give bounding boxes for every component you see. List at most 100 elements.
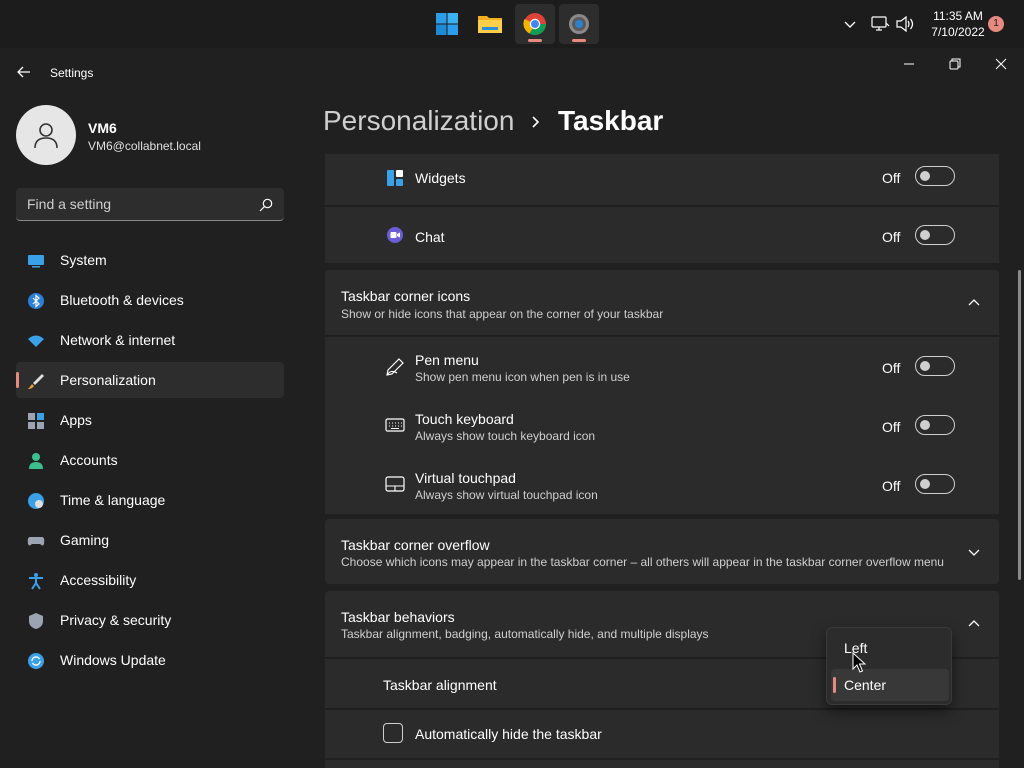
user-email: VM6@collabnet.local [88,139,201,153]
network-tray-button[interactable] [870,0,890,48]
pen-menu-subtitle: Show pen menu icon when pen is in use [415,370,630,384]
auto-hide-row: Automatically hide the taskbar [325,710,999,758]
start-button[interactable] [427,4,467,44]
chevron-up-icon[interactable] [966,616,982,632]
widgets-icon [387,170,403,186]
next-row [325,760,999,768]
chat-toggle[interactable] [915,225,955,245]
alignment-dropdown: Left Center [826,627,952,705]
sidebar-item-label: Privacy & security [60,612,172,628]
auto-hide-label: Automatically hide the taskbar [415,726,602,742]
chevron-right-icon [532,116,540,128]
settings-button[interactable] [559,4,599,44]
corner-overflow-subtitle: Choose which icons may appear in the tas… [341,555,944,569]
divider [325,205,999,206]
avatar[interactable] [16,105,76,165]
divider [325,708,999,709]
sidebar-item-label: Accessibility [60,572,137,588]
sidebar-item-apps[interactable]: Apps [16,402,284,438]
virtual-touchpad-state: Off [882,478,901,494]
alignment-option-left[interactable]: Left [831,632,949,664]
clock-date: 7/10/2022 [931,25,985,39]
page-title: Taskbar [558,105,664,136]
brush-icon [28,374,44,389]
alignment-option-center[interactable]: Center [831,669,949,701]
touch-keyboard-toggle[interactable] [915,415,955,435]
search-input[interactable] [16,188,246,220]
volume-tray-button[interactable] [895,0,915,48]
chrome-button[interactable] [515,4,555,44]
sidebar-item-label: Bluetooth & devices [60,292,184,308]
widgets-label: Widgets [415,170,466,186]
restore-button[interactable] [932,52,978,76]
sidebar-item-privacy[interactable]: Privacy & security [16,602,284,638]
search-icon[interactable] [258,197,274,213]
user-icon [34,123,58,149]
sidebar-item-system[interactable]: System [16,242,284,278]
toggle-knob [920,230,930,240]
update-icon [28,653,44,669]
breadcrumb-parent[interactable]: Personalization [323,105,514,137]
touch-keyboard-subtitle: Always show touch keyboard icon [415,429,596,443]
virtual-touchpad-subtitle: Always show virtual touchpad icon [415,488,598,502]
system-icon [28,255,44,268]
corner-icons-header[interactable]: Taskbar corner icons Show or hide icons … [325,270,999,335]
touch-keyboard-state: Off [882,419,901,435]
sidebar-item-windows-update[interactable]: Windows Update [16,642,284,678]
sidebar-item-accounts[interactable]: Accounts [16,442,284,478]
file-explorer-icon [478,16,502,33]
virtual-touchpad-toggle[interactable] [915,474,955,494]
widgets-toggle[interactable] [915,166,955,186]
close-icon [995,58,1007,70]
corner-icons-title: Taskbar corner icons [341,288,471,304]
minimize-button[interactable] [886,52,932,76]
corner-overflow-header[interactable]: Taskbar corner overflow Choose which ico… [325,519,999,584]
sidebar-item-time-language[interactable]: Time & language [16,482,284,518]
close-button[interactable] [978,52,1024,76]
pen-menu-toggle[interactable] [915,356,955,376]
network-icon [871,16,890,31]
search-box[interactable] [16,188,284,221]
mouse-cursor-icon [852,652,866,673]
bluetooth-icon [28,293,44,309]
toggle-knob [920,171,930,181]
chevron-down-icon[interactable] [966,544,982,560]
running-indicator [528,39,542,42]
sidebar-item-label: Time & language [60,492,166,508]
keyboard-icon [385,418,405,432]
back-button[interactable] [14,62,34,82]
toggle-knob [920,479,930,489]
sidebar-item-bluetooth[interactable]: Bluetooth & devices [16,282,284,318]
auto-hide-checkbox[interactable] [383,723,403,743]
sidebar-item-personalization[interactable]: Personalization [16,362,284,398]
window-title: Settings [50,66,94,80]
chat-state: Off [882,229,901,245]
sidebar-item-gaming[interactable]: Gaming [16,522,284,558]
running-indicator [572,39,586,42]
sidebar-item-label: System [60,252,107,268]
volume-icon [896,15,914,33]
chevron-up-icon [844,21,856,28]
sidebar-nav: System Bluetooth & devices Network & int… [16,242,284,682]
sidebar-item-network[interactable]: Network & internet [16,322,284,358]
virtual-touchpad-title: Virtual touchpad [415,470,516,486]
notification-badge[interactable]: 1 [988,16,1004,32]
sidebar-item-label: Gaming [60,532,110,548]
sidebar-item-accessibility[interactable]: Accessibility [16,562,284,598]
option-label: Center [844,677,887,693]
scrollbar[interactable] [1018,270,1021,580]
globe-icon [28,493,44,509]
sidebar-item-label: Apps [60,412,92,428]
pen-menu-state: Off [882,360,901,376]
chat-icon [387,227,403,243]
file-explorer-button[interactable] [470,4,510,44]
chevron-up-icon[interactable] [966,295,982,311]
widgets-state: Off [882,170,901,186]
tray-overflow-button[interactable] [842,0,858,48]
sidebar-item-label: Personalization [60,372,156,388]
shield-icon [29,613,43,629]
clock[interactable]: 11:35 AM 7/10/2022 [918,8,998,40]
apps-icon [28,413,44,429]
start-icon [436,13,458,35]
toggle-knob [920,420,930,430]
